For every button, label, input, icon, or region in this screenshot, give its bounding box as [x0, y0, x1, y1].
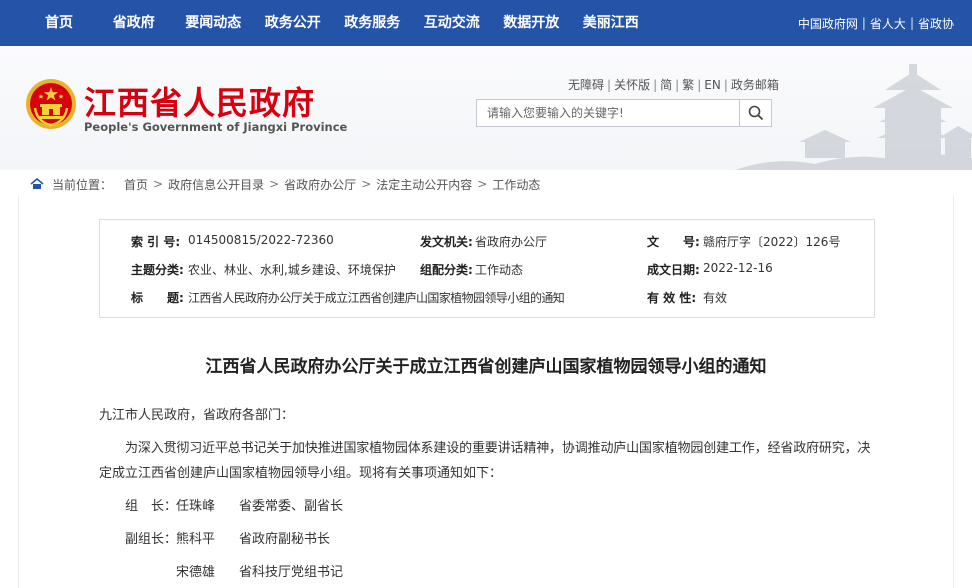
national-emblem-icon[interactable]: [25, 78, 77, 130]
group-category-value: 工作动态: [475, 263, 524, 277]
topic-category-label: 主题分类:: [131, 263, 184, 277]
member-role: 副组长：: [125, 532, 178, 547]
nav-news[interactable]: 要闻动态: [174, 0, 254, 46]
member-name: 任珠峰: [176, 499, 216, 514]
care-mode-link[interactable]: 关怀版: [614, 78, 650, 92]
member-position: 省科技厅党组书记: [239, 565, 344, 580]
site-title[interactable]: 江西省人民政府: [84, 78, 315, 124]
external-links: 中国政府网 | 省人大 | 省政协: [798, 0, 954, 46]
site-subtitle: People's Government of Jiangxi Province: [84, 120, 348, 134]
breadcrumb-separator: >: [361, 177, 372, 191]
search-input[interactable]: [477, 100, 739, 126]
separator: |: [909, 16, 914, 30]
written-date-label: 成文日期:: [647, 263, 700, 277]
main-menu: 首页 省政府 要闻动态 政务公开 政务服务 互动交流 数据开放 美丽江西: [0, 0, 651, 46]
separator: |: [675, 78, 680, 92]
simplified-chinese-link[interactable]: 简: [660, 78, 672, 92]
index-number-value: 014500815/2022-72360: [188, 233, 334, 247]
separator: |: [607, 78, 612, 92]
breadcrumb-info-directory[interactable]: 政府信息公开目录: [168, 176, 264, 193]
document-number-label: 文 号:: [647, 235, 700, 249]
subject-value: 江西省人民政府办公厅关于成立江西省创建庐山国家植物园领导小组的通知: [188, 291, 565, 305]
group-category-label: 组配分类:: [420, 263, 473, 277]
article-paragraph-line: 定成立江西省创建庐山国家植物园领导小组。现将有关事项通知如下：: [99, 466, 503, 481]
breadcrumb-label: 当前位置：: [52, 177, 113, 192]
issuing-authority-value: 省政府办公厅: [475, 235, 548, 249]
site-header: 江西省人民政府 People's Government of Jiangxi P…: [0, 46, 972, 170]
breadcrumb-home[interactable]: 首页: [124, 176, 148, 193]
nav-interaction[interactable]: 互动交流: [412, 0, 492, 46]
accessibility-link[interactable]: 无障碍: [568, 78, 604, 92]
nav-government-services[interactable]: 政务服务: [333, 0, 413, 46]
document-metadata: 索 引 号: 014500815/2022-72360 发文机关: 省政府办公厅…: [99, 219, 875, 318]
validity-value: 有效: [703, 291, 728, 305]
link-provincial-cppcc[interactable]: 省政协: [918, 15, 954, 32]
separator: |: [653, 78, 658, 92]
english-link[interactable]: EN: [704, 78, 721, 92]
separator: |: [697, 78, 702, 92]
document-number-value: 赣府厅字〔2022〕126号: [703, 235, 841, 249]
breadcrumb-separator: >: [477, 177, 488, 191]
link-provincial-congress[interactable]: 省人大: [870, 15, 906, 32]
separator: |: [723, 78, 728, 92]
tengwang-pavilion-illustration: [735, 64, 972, 170]
nav-open-data[interactable]: 数据开放: [492, 0, 572, 46]
article-title: 江西省人民政府办公厅关于成立江西省创建庐山国家植物园领导小组的通知: [205, 357, 767, 377]
breadcrumb-separator: >: [153, 177, 164, 191]
article-paragraph-line: 为深入贯彻习近平总书记关于加快推进国家植物园体系建设的重要讲话精神，协调推动庐山…: [125, 441, 871, 456]
article-salutation: 九江市人民政府，省政府各部门：: [99, 408, 295, 423]
subject-label: 标 题:: [131, 291, 184, 305]
home-icon: [30, 178, 44, 189]
breadcrumb-separator: >: [269, 177, 280, 191]
member-role: 组 长：: [125, 499, 178, 514]
breadcrumb-mandatory-disclosure[interactable]: 法定主动公开内容: [376, 176, 472, 193]
member-name: 熊科平: [176, 532, 216, 547]
breadcrumb-work-news[interactable]: 工作动态: [492, 176, 540, 193]
validity-label: 有 效 性:: [647, 291, 697, 305]
search-box: [476, 99, 772, 127]
member-position: 省委常委、副省长: [239, 499, 344, 514]
topic-category-value: 农业、林业、水利,城乡建设、环境保护: [188, 263, 396, 277]
breadcrumb-general-office[interactable]: 省政府办公厅: [284, 176, 356, 193]
index-number-label: 索 引 号:: [131, 235, 181, 249]
link-central-government[interactable]: 中国政府网: [798, 15, 858, 32]
nav-beautiful-jiangxi[interactable]: 美丽江西: [571, 0, 651, 46]
nav-government-affairs-public[interactable]: 政务公开: [253, 0, 333, 46]
written-date-value: 2022-12-16: [703, 261, 773, 275]
member-name: 宋德雄: [176, 565, 216, 580]
issuing-authority-label: 发文机关:: [420, 235, 473, 249]
nav-provincial-government[interactable]: 省政府: [94, 0, 174, 46]
top-navigation: 首页 省政府 要闻动态 政务公开 政务服务 互动交流 数据开放 美丽江西 中国政…: [0, 0, 972, 46]
breadcrumb: 当前位置： 首页 > 政府信息公开目录 > 省政府办公厅 > 法定主动公开内容 …: [30, 176, 540, 192]
member-position: 省政府副秘书长: [239, 532, 331, 547]
separator: |: [861, 16, 866, 30]
nav-home[interactable]: 首页: [24, 0, 94, 46]
traditional-chinese-link[interactable]: 繁: [682, 78, 694, 92]
